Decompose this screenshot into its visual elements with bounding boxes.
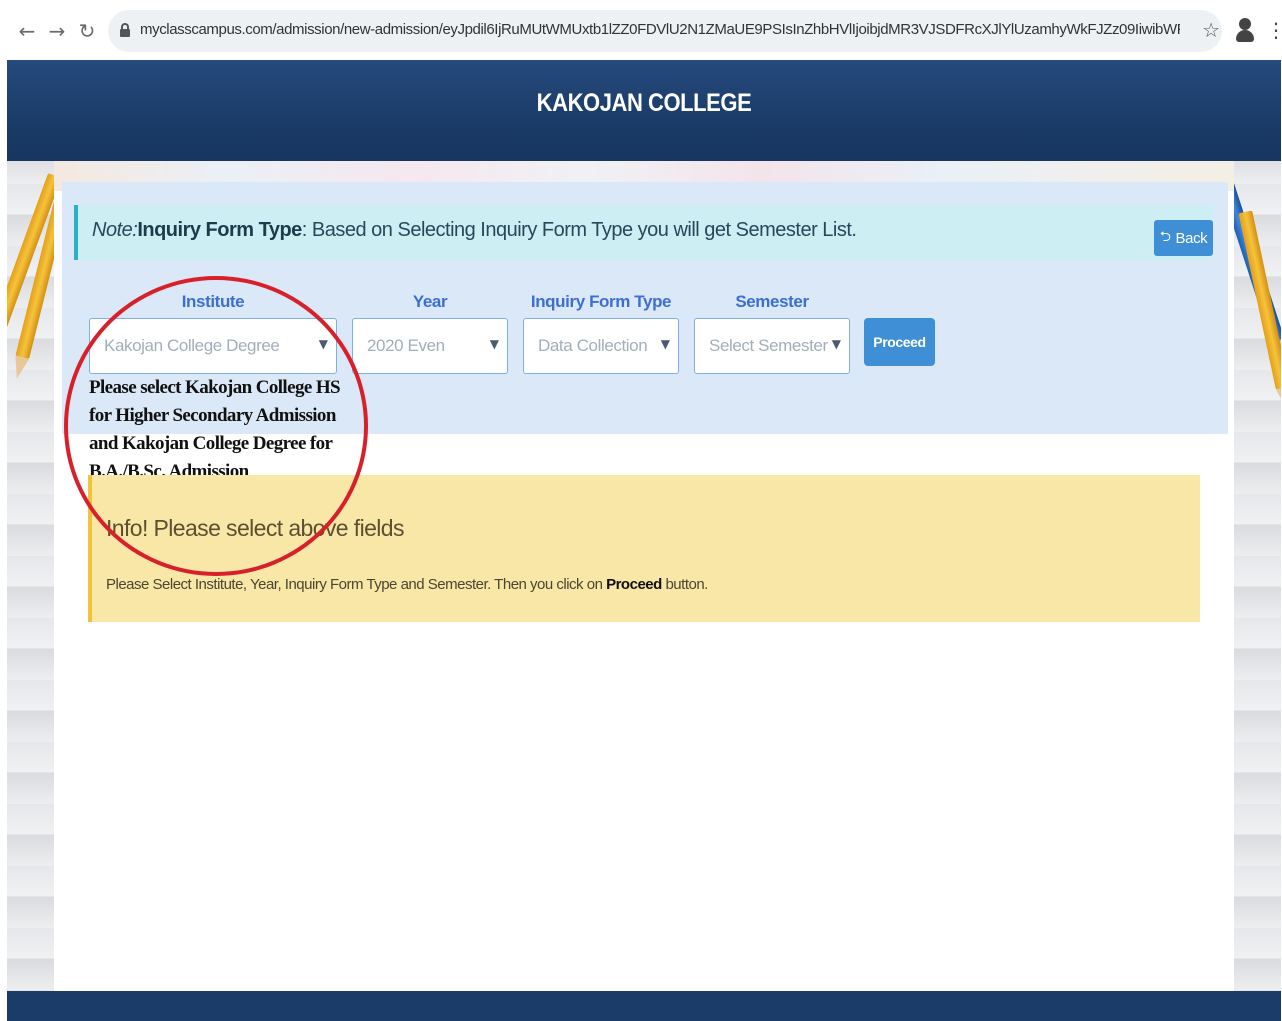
info-title: Info! Please select above fields — [106, 515, 404, 541]
pencil-decoration — [1238, 210, 1281, 390]
inquiry-form-type-label: Inquiry Form Type — [530, 292, 672, 311]
chevron-down-icon: ▼ — [831, 337, 841, 351]
note-alert: Note:Inquiry Form Type: Based on Selecti… — [74, 205, 1213, 260]
star-icon[interactable]: ☆ — [1202, 18, 1220, 42]
info-alert: Info! Please select above fields Please … — [88, 475, 1200, 622]
chevron-down-icon: ▼ — [489, 337, 499, 351]
annotation-callout: Please select Kakojan College HS for Hig… — [89, 377, 341, 482]
institute-select-value: Kakojan College Degree — [104, 336, 280, 355]
site-footer — [7, 991, 1281, 1021]
reply-icon: ⮌ — [1159, 229, 1171, 245]
semester-label: Semester — [735, 292, 809, 311]
address-bar[interactable]: myclasscampus.com/admission/new-admissio… — [108, 10, 1222, 52]
info-text-start: Please Select Institute, Year, Inquiry F… — [106, 576, 607, 593]
institute-select[interactable]: Kakojan College Degree ▼ — [89, 318, 337, 374]
note-prefix: Note: — [92, 219, 138, 241]
site-header: KAKOJAN COLLEGE — [7, 60, 1281, 161]
note-body: : Based on Selecting Inquiry Form Type y… — [301, 219, 857, 241]
back-button-label: Back — [1175, 229, 1208, 247]
info-text-end: button. — [661, 576, 708, 593]
reload-icon[interactable]: ↻ — [74, 18, 100, 44]
institute-label: Institute — [181, 292, 245, 311]
url-text[interactable]: myclasscampus.com/admission/new-admissio… — [140, 21, 1180, 43]
browser-chrome: ← → ↻ myclasscampus.com/admission/new-ad… — [0, 0, 1282, 60]
semester-select[interactable]: Select Semester ▼ — [694, 318, 850, 374]
profile-icon[interactable] — [1234, 17, 1256, 43]
inquiry-form-type-select-value: Data Collection — [538, 336, 648, 355]
note-bold: Inquiry Form Type — [137, 219, 302, 241]
info-text-bold: Proceed — [606, 576, 662, 593]
kebab-menu-icon[interactable]: ⋮ — [1266, 17, 1282, 43]
year-select-value: 2020 Even — [367, 336, 445, 355]
chevron-down-icon: ▼ — [318, 337, 328, 351]
year-label: Year — [412, 292, 448, 311]
arrow-left-icon[interactable]: ← — [14, 18, 40, 44]
proceed-button[interactable]: Proceed — [864, 318, 935, 366]
note-text: Note:Inquiry Form Type: Based on Selecti… — [92, 219, 857, 242]
chevron-down-icon: ▼ — [660, 337, 670, 351]
year-select[interactable]: 2020 Even ▼ — [352, 318, 508, 374]
info-text: Please Select Institute, Year, Inquiry F… — [106, 576, 708, 593]
arrow-right-icon[interactable]: → — [44, 18, 70, 44]
back-button[interactable]: ⮌ Back — [1154, 220, 1213, 256]
lock-icon[interactable] — [120, 23, 130, 37]
inquiry-form-type-select[interactable]: Data Collection ▼ — [523, 318, 679, 374]
college-title: KAKOJAN COLLEGE — [536, 89, 752, 117]
semester-select-value: Select Semester — [709, 336, 828, 355]
